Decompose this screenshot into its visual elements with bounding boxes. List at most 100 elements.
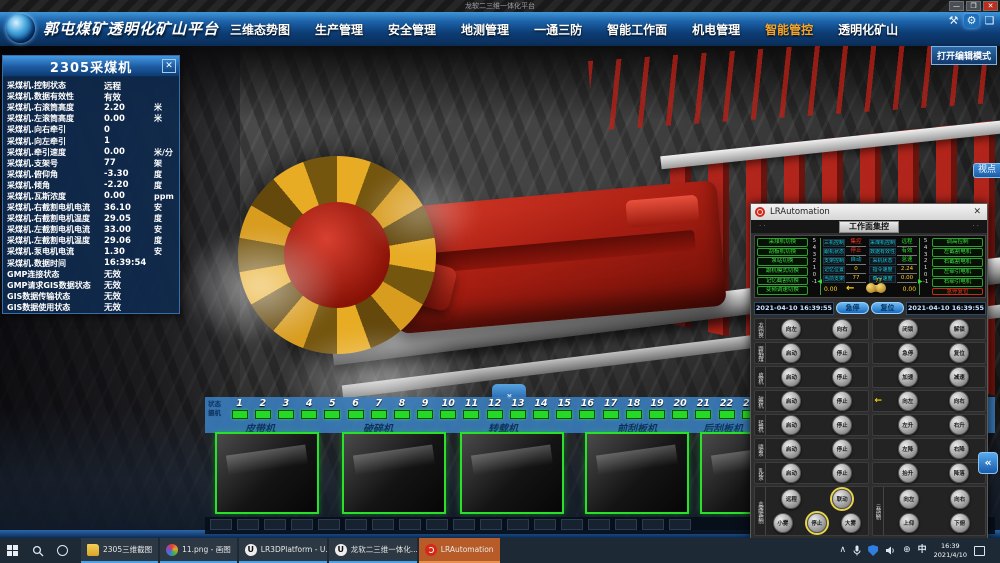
channel[interactable]: 5 — [321, 398, 344, 419]
action-button[interactable]: 解锁 — [949, 319, 969, 339]
channel[interactable]: 21 — [692, 398, 715, 419]
minimize-button[interactable]: — — [949, 1, 964, 11]
device-button[interactable]: 停止 — [832, 415, 852, 435]
channel[interactable]: 3 — [274, 398, 297, 419]
mode-button[interactable]: 左截割电机 — [932, 248, 983, 257]
security-shield-icon[interactable] — [868, 545, 878, 556]
action-button[interactable]: 向右 — [949, 391, 969, 411]
action-button[interactable]: 复位 — [949, 343, 969, 363]
channel[interactable]: 15 — [553, 398, 576, 419]
menu-item[interactable]: 机电管理 — [692, 21, 740, 38]
menu-item[interactable]: 三维态势图 — [230, 21, 290, 38]
action-button[interactable]: 向左 — [898, 391, 918, 411]
filmstrip-cell[interactable] — [399, 519, 421, 530]
clock[interactable]: 16:39 2021/4/10 — [934, 542, 967, 558]
shearer-position-slider[interactable]: 77 — [870, 285, 882, 292]
mode-button[interactable]: 泵站切换 — [757, 257, 808, 266]
device-button[interactable]: 向左 — [781, 319, 801, 339]
spray-button[interactable]: 小雾 — [773, 513, 793, 533]
action-button[interactable]: 降落 — [949, 463, 969, 483]
channel[interactable]: 12 — [483, 398, 506, 419]
menu-item[interactable]: 生产管理 — [315, 21, 363, 38]
network-globe-icon[interactable]: ⊕ — [903, 546, 911, 555]
menu-item[interactable]: 一通三防 — [534, 21, 582, 38]
camera-thumbnail[interactable] — [585, 432, 689, 514]
tray-expand-chevron-icon[interactable]: ∧ — [840, 546, 847, 555]
filmstrip-cell[interactable] — [345, 519, 367, 530]
filmstrip-cell[interactable] — [264, 519, 286, 530]
estop-reset-button[interactable]: 急停复位 — [932, 288, 983, 295]
channel[interactable]: 8 — [390, 398, 413, 419]
action-button[interactable]: 左降 — [898, 439, 918, 459]
device-button[interactable]: 启动 — [781, 343, 801, 363]
channel[interactable]: 10 — [437, 398, 460, 419]
spray-button[interactable]: 远程 — [781, 489, 801, 509]
mode-button[interactable]: 刮板机切换 — [757, 248, 808, 257]
channel[interactable]: 17 — [599, 398, 622, 419]
spray-button[interactable]: 大雾 — [841, 513, 861, 533]
mode-button[interactable]: 变频调速切换 — [757, 286, 808, 295]
taskbar-app[interactable]: LRAutomation — [419, 538, 500, 563]
channel[interactable]: 19 — [645, 398, 668, 419]
channel[interactable]: 11 — [460, 398, 483, 419]
quick-estop-button[interactable]: 急停 — [836, 302, 869, 314]
mode-button[interactable]: 采煤机切换 — [757, 238, 808, 247]
action-button[interactable]: 右升 — [949, 415, 969, 435]
fullscreen-icon[interactable]: ❏ — [982, 14, 997, 28]
spray-button[interactable]: 联动 — [832, 489, 852, 509]
channel[interactable]: 18 — [622, 398, 645, 419]
filmstrip-cell[interactable] — [318, 519, 340, 530]
action-button[interactable]: 右降 — [949, 439, 969, 459]
filmstrip-cell[interactable] — [561, 519, 583, 530]
device-button[interactable]: 停止 — [832, 367, 852, 387]
menu-item[interactable]: 地测管理 — [461, 21, 509, 38]
action-button[interactable]: 急停 — [898, 343, 918, 363]
device-button[interactable]: 启动 — [781, 415, 801, 435]
panel-collapse-button[interactable]: « — [978, 452, 998, 474]
filmstrip-cell[interactable] — [372, 519, 394, 530]
filmstrip-cell[interactable] — [453, 519, 475, 530]
channel[interactable]: 22 — [715, 398, 738, 419]
ptz-button[interactable]: 向左 — [899, 489, 919, 509]
close-button[interactable]: ✕ — [983, 1, 998, 11]
action-button[interactable]: 抬升 — [898, 463, 918, 483]
device-button[interactable]: 停止 — [832, 391, 852, 411]
device-button[interactable]: 向右 — [832, 319, 852, 339]
mode-button[interactable]: 调高控制 — [932, 238, 983, 247]
channel[interactable]: 7 — [367, 398, 390, 419]
action-button[interactable]: 闭锁 — [898, 319, 918, 339]
channel[interactable]: 16 — [576, 398, 599, 419]
ime-indicator[interactable]: 中 — [918, 546, 927, 555]
filmstrip-cell[interactable] — [588, 519, 610, 530]
gear-icon[interactable]: ⚙ — [964, 14, 979, 28]
channel[interactable]: 6 — [344, 398, 367, 419]
action-button[interactable]: 左升 — [898, 415, 918, 435]
channel[interactable]: 20 — [669, 398, 692, 419]
menu-item[interactable]: 安全管理 — [388, 21, 436, 38]
task-view-button[interactable] — [50, 538, 75, 563]
ptz-button[interactable]: 下俯 — [950, 513, 970, 533]
ptz-button[interactable]: 向右 — [950, 489, 970, 509]
menu-item[interactable]: 智能管控 — [765, 21, 813, 38]
action-button[interactable]: 减速 — [949, 367, 969, 387]
viewpoint-tab[interactable]: 视点 — [973, 163, 1000, 178]
filmstrip-cell[interactable] — [480, 519, 502, 530]
mode-button[interactable]: 右牵引电机 — [932, 278, 983, 287]
taskbar-app[interactable]: 11.png - 画图 — [160, 538, 237, 563]
wrench-icon[interactable]: ⚒ — [946, 14, 961, 28]
device-button[interactable]: 启动 — [781, 439, 801, 459]
close-icon[interactable]: ✕ — [973, 207, 983, 217]
notification-center-icon[interactable] — [974, 546, 985, 556]
channel[interactable]: 13 — [506, 398, 529, 419]
filmstrip-cell[interactable] — [210, 519, 232, 530]
filmstrip-cell[interactable] — [291, 519, 313, 530]
device-button[interactable]: 启动 — [781, 391, 801, 411]
mode-button[interactable]: 跟机模式切换 — [757, 267, 808, 276]
mode-button[interactable]: 右截割电机 — [932, 258, 983, 267]
device-button[interactable]: 停止 — [832, 463, 852, 483]
action-button[interactable]: 加速 — [898, 367, 918, 387]
lr-titlebar[interactable]: LRAutomation ✕ — [751, 204, 987, 220]
start-button[interactable] — [0, 538, 25, 563]
quick-reset-button[interactable]: 复位 — [871, 302, 904, 314]
camera-thumbnail[interactable] — [460, 432, 564, 514]
